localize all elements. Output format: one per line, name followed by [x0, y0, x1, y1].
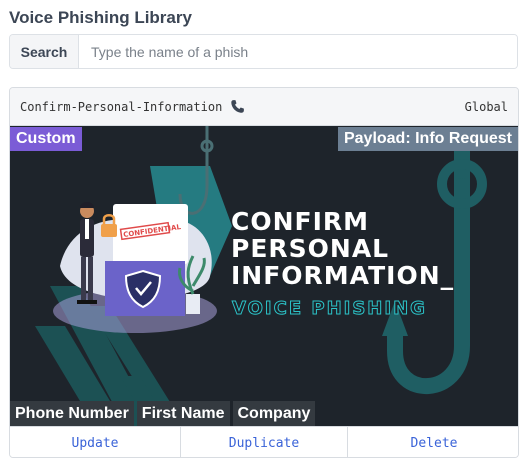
phish-card: Confirm-Personal-Information Global CONF… — [9, 87, 519, 458]
update-button[interactable]: Update — [10, 427, 181, 457]
banner-subtitle: VOICE PHISHING — [232, 298, 427, 320]
duplicate-button[interactable]: Duplicate — [181, 427, 348, 457]
phish-banner-image: CONFIDENTIAL CONFIRM PERSONAL INFORMATIO… — [10, 126, 518, 426]
phone-icon — [231, 100, 245, 113]
card-header: Confirm-Personal-Information Global — [10, 88, 518, 126]
banner-line-3: INFORMATION_ — [231, 261, 455, 290]
delete-button[interactable]: Delete — [348, 427, 518, 457]
card-actions: Update Duplicate Delete — [10, 426, 518, 457]
lock-icon — [101, 214, 117, 237]
search-group: Search — [9, 34, 518, 69]
banner-line-2: PERSONAL — [231, 234, 390, 263]
tag-first-name: First Name — [136, 401, 230, 426]
card-scope: Global — [464, 99, 508, 114]
banner-line-1: CONFIRM — [231, 207, 370, 236]
payload-badge: Payload: Info Request — [337, 127, 518, 151]
variable-tags: Phone Number First Name Company — [10, 401, 316, 426]
page-title: Voice Phishing Library — [9, 8, 192, 27]
search-input[interactable] — [79, 35, 517, 68]
tag-company: Company — [232, 401, 316, 426]
card-title-group: Confirm-Personal-Information — [20, 99, 245, 114]
tag-phone-number: Phone Number — [10, 401, 134, 426]
search-label: Search — [10, 35, 79, 68]
custom-badge: Custom — [10, 127, 82, 151]
card-title: Confirm-Personal-Information — [20, 99, 223, 114]
